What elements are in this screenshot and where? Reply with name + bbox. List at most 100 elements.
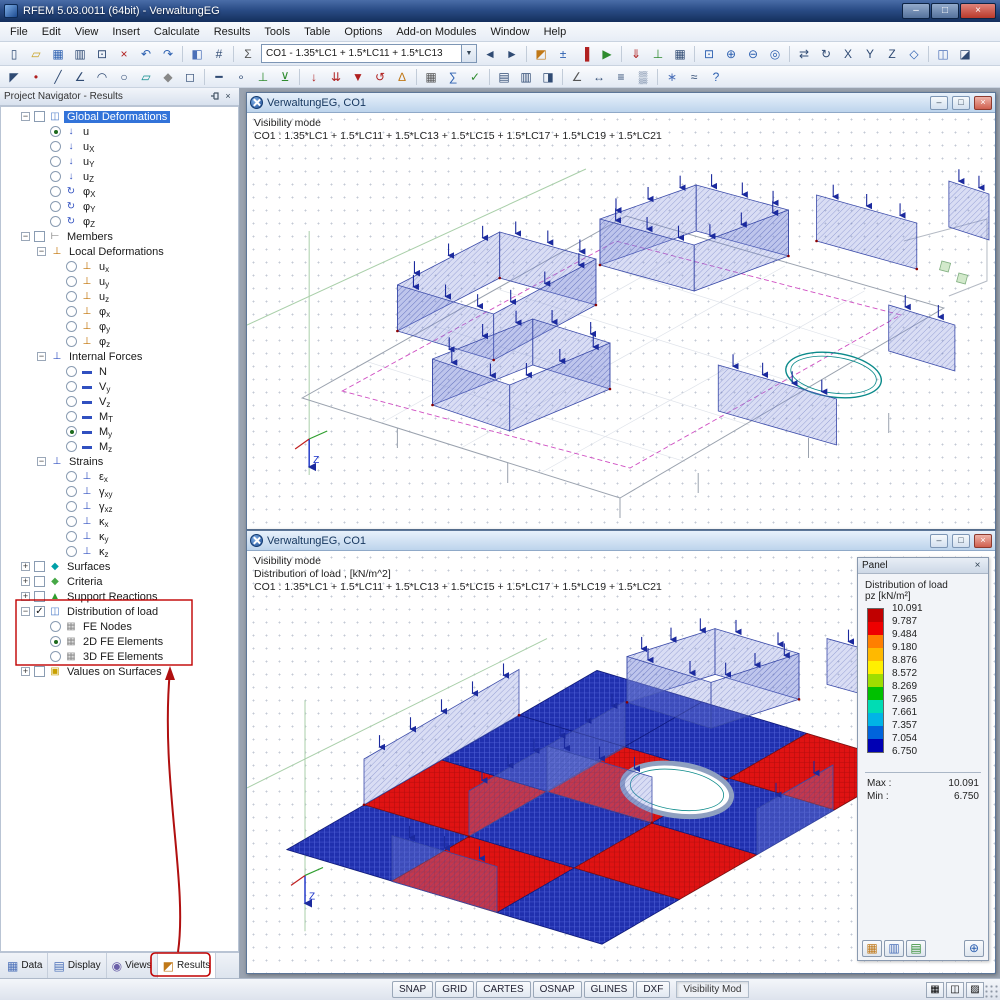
menu-results[interactable]: Results [207,24,258,40]
layers-button[interactable]: ≡ [610,67,632,87]
status-render-button[interactable]: ▨ [966,981,984,998]
radio-button[interactable] [66,471,77,482]
insert-arc-button[interactable]: ◠ [91,67,113,87]
tree-label[interactable]: My [96,426,115,439]
radio-button[interactable] [66,441,77,452]
insert-line-button[interactable]: ╱ [47,67,69,87]
menu-tools[interactable]: Tools [257,24,297,40]
pin-icon[interactable] [207,90,221,103]
tree-label[interactable]: uY [80,156,97,169]
viewport-top-canvas[interactable]: Z Visibility mode CO1 : 1.35*LC1 + 1.5*L… [247,113,995,529]
radio-button[interactable] [50,141,61,152]
help-button[interactable]: ? [705,67,727,87]
tree-label[interactable]: N [96,366,110,378]
delete-button[interactable]: × [113,44,135,64]
clipping-plane-button[interactable]: ◪ [954,44,976,64]
tree-label[interactable]: u [80,126,92,138]
tree-label[interactable]: uz [96,291,112,304]
viewport-bottom-minimize-button[interactable]: – [930,533,948,548]
resize-grip[interactable] [984,984,998,998]
radio-button[interactable] [66,336,77,347]
menu-edit[interactable]: Edit [35,24,68,40]
checkbox[interactable] [34,561,45,572]
menu-file[interactable]: File [3,24,35,40]
checkbox[interactable]: ✓ [34,606,45,617]
view-y-button[interactable]: Y [859,44,881,64]
radio-button[interactable] [66,531,77,542]
generate-mesh-button[interactable]: ▦ [420,67,442,87]
tree-label[interactable]: Members [64,231,116,243]
expander[interactable]: − [37,247,46,256]
radio-button[interactable] [50,171,61,182]
save-button[interactable]: ▦ [47,44,69,64]
status-glines[interactable]: GLINES [583,981,635,998]
expander[interactable]: − [37,352,46,361]
checkbox[interactable] [34,231,45,242]
expander[interactable]: + [21,562,30,571]
panel-factors-button[interactable]: ▥ [884,940,904,957]
result-tables-button[interactable]: ▤ [493,67,515,87]
tab-results[interactable]: ◩ Results [157,953,217,978]
tree-label[interactable]: Vy [96,381,113,394]
menu-view[interactable]: View [68,24,106,40]
expander[interactable]: − [21,112,30,121]
status-cartes[interactable]: CARTES [476,981,531,998]
temperature-load-button[interactable]: ∆ [391,67,413,87]
tree-label[interactable]: κx [96,516,112,529]
insert-opening-button[interactable]: ◻ [179,67,201,87]
viewport-top-minimize-button[interactable]: – [930,95,948,110]
tree-label[interactable]: Support Reactions [64,591,161,603]
tree-label[interactable]: 2D FE Elements [80,636,166,648]
maximize-button[interactable]: □ [931,3,959,19]
radio-button[interactable] [66,291,77,302]
radio-button[interactable] [66,306,77,317]
open-file-button[interactable]: ▱ [25,44,47,64]
tree-label[interactable]: Internal Forces [66,351,145,363]
line-load-button[interactable]: ⇊ [325,67,347,87]
radio-button[interactable] [66,411,77,422]
member-hinge-button[interactable]: ∘ [230,67,252,87]
copy-button[interactable]: ⊡ [91,44,113,64]
minimize-button[interactable]: – [902,3,930,19]
viewport-top-titlebar[interactable]: VerwaltungEG, CO1 – □ × [247,93,995,113]
dimension-button[interactable]: ↔ [588,67,610,87]
viewport-bottom-restore-button[interactable]: □ [952,533,970,548]
show-results-button[interactable]: ◩ [530,44,552,64]
checkbox[interactable] [34,591,45,602]
measure-button[interactable]: ∠ [566,67,588,87]
navigator-close-icon[interactable]: × [221,90,235,103]
tree-label[interactable]: Distribution of load [64,606,161,618]
tree-label[interactable]: Surfaces [64,561,113,573]
status-grid[interactable]: GRID [435,981,475,998]
show-result-values-button[interactable]: ± [552,44,574,64]
isometric-view-button[interactable]: ◇ [903,44,925,64]
radio-button[interactable] [50,636,61,647]
pan-view-button[interactable]: ⇄ [793,44,815,64]
zoom-out-button[interactable]: ⊖ [742,44,764,64]
view-x-button[interactable]: X [837,44,859,64]
radio-button[interactable] [66,426,77,437]
insert-member-button[interactable]: ━ [208,67,230,87]
print-button[interactable]: ▥ [69,44,91,64]
panel-filter-button[interactable]: ▤ [906,940,926,957]
tree-label[interactable]: FE Nodes [80,621,135,633]
panel-zoom-button[interactable]: ⊕ [964,940,984,957]
tree-label[interactable]: φy [96,321,113,334]
undo-button[interactable]: ↶ [135,44,157,64]
panel-header[interactable]: Panel × [858,558,988,574]
next-load-case-button[interactable]: ► [501,44,523,64]
tree-label[interactable]: Strains [66,456,106,468]
tree-label[interactable]: φz [96,336,113,349]
panel-color-scale-button[interactable]: ▦ [862,940,882,957]
surface-load-button[interactable]: ▼ [347,67,369,87]
tree-label[interactable]: φX [80,186,98,199]
edit-pointer-button[interactable]: ◤ [3,67,25,87]
check-model-button[interactable]: ✓ [464,67,486,87]
load-case-combo[interactable]: CO1 - 1.35*LC1 + 1.5*LC11 + 1.5*LC13 ▼ [261,44,477,63]
combo-dropdown-icon[interactable]: ▼ [461,45,476,62]
insert-node-button[interactable]: • [25,67,47,87]
background-grid-button[interactable]: ▒ [632,67,654,87]
tab-views[interactable]: ◉ Views [107,953,158,978]
expander[interactable]: − [21,607,30,616]
viewport-bottom-titlebar[interactable]: VerwaltungEG, CO1 – □ × [247,531,995,551]
